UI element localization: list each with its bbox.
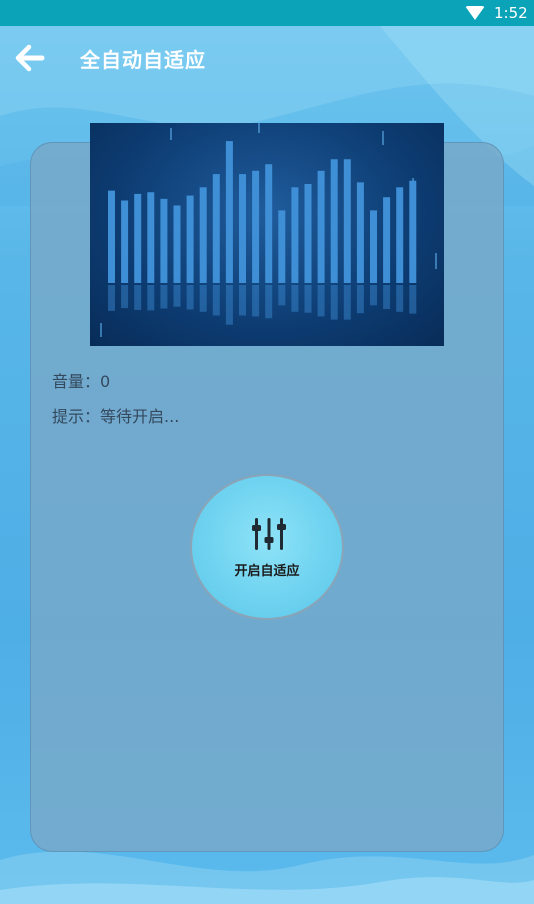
spectrum-bar-reflection <box>396 285 404 312</box>
spectrum-bar <box>370 210 377 283</box>
spectrum-bar <box>199 187 207 283</box>
spectrum-bar <box>304 184 312 283</box>
spectrum-bar <box>383 197 391 283</box>
spectrum-bar-reflection <box>252 285 260 317</box>
spectrum-bar-reflection <box>343 285 351 320</box>
spectrum-bar-reflection <box>121 285 129 309</box>
spectrum-bar-reflection <box>304 285 312 313</box>
wifi-icon <box>465 6 485 20</box>
spectrum-bar-reflection <box>186 285 194 310</box>
spectrum-bar <box>186 195 194 283</box>
spectrum-bar <box>396 187 404 283</box>
spectrum-bar-reflection <box>383 285 391 310</box>
spectrum-bar-reflection <box>108 285 115 311</box>
spectrum-bar-reflection <box>291 285 299 312</box>
spectrum-sparkle <box>170 128 172 140</box>
spectrum-bar <box>252 170 260 283</box>
spectrum-bar-reflection <box>160 285 168 309</box>
spectrum-bar-reflection <box>239 285 246 316</box>
spectrum-bar-reflection <box>134 285 142 310</box>
spectrum-bar-reflection <box>409 285 417 314</box>
spectrum-bar-reflection <box>212 285 220 316</box>
spectrum-bar <box>330 159 338 283</box>
spectrum-bar <box>121 200 129 283</box>
spectrum-bar-reflection <box>173 285 181 307</box>
spectrum-bar-reflection <box>147 285 155 311</box>
spectrum-bar <box>343 159 351 283</box>
spectrum-bar <box>239 174 246 283</box>
spectrum-bar-reflection <box>370 285 377 306</box>
equalizer-icon <box>252 518 286 550</box>
spectrum-bar-reflection <box>265 285 273 319</box>
spectrum-bar-reflection <box>330 285 338 320</box>
start-adaptive-label: 开启自适应 <box>234 564 300 579</box>
page-title: 全自动自适应 <box>80 48 206 72</box>
volume-value: 0 <box>100 372 111 391</box>
toolbar: 全自动自适应 <box>0 26 534 90</box>
spectrum-bar-reflection <box>356 285 364 314</box>
spectrum-bar <box>108 190 115 283</box>
spectrum-bar <box>160 198 168 283</box>
spectrum-bar <box>356 182 364 283</box>
volume-label: 音量： <box>52 372 101 391</box>
status-time: 1:52 <box>494 4 528 22</box>
arrow-left-icon[interactable] <box>14 42 46 74</box>
spectrum-bar-reflection <box>278 285 286 306</box>
hint-line: 提示：等待开启... <box>52 403 179 427</box>
spectrum-bar <box>212 174 220 283</box>
spectrum-sparkle <box>100 323 102 337</box>
start-adaptive-button[interactable]: 开启自适应 <box>190 474 344 620</box>
hint-value: 等待开启... <box>100 407 180 426</box>
spectrum-bar-reflection <box>199 285 207 312</box>
hint-label: 提示： <box>52 407 101 426</box>
spectrum-bar <box>265 164 273 283</box>
volume-line: 音量：0 <box>52 368 110 392</box>
spectrum-bar <box>409 180 417 283</box>
spectrum-bar <box>278 210 286 283</box>
spectrum-sparkle <box>382 131 384 145</box>
status-bar: 1:52 <box>0 0 534 26</box>
spectrum-bar-reflection <box>317 285 325 317</box>
spectrum-sparkle <box>258 123 260 133</box>
spectrum-bar-reflection <box>225 285 233 325</box>
spectrum-bar <box>317 170 325 283</box>
spectrum-visualizer <box>90 123 444 346</box>
spectrum-bar <box>147 192 155 283</box>
spectrum-bar <box>173 205 181 283</box>
spectrum-bar <box>225 141 233 283</box>
spectrum-bar <box>134 193 142 283</box>
spectrum-sparkle <box>435 253 437 269</box>
spectrum-bar <box>291 187 299 283</box>
